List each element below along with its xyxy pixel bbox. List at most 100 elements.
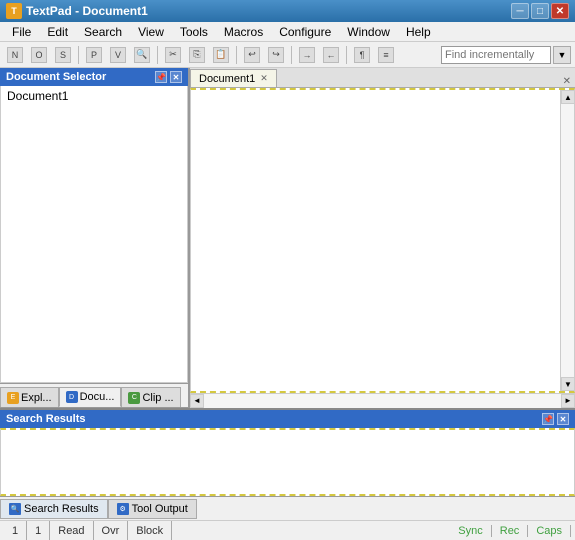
menu-help[interactable]: Help (398, 23, 439, 41)
save-button[interactable]: S (52, 44, 74, 66)
print-preview-button[interactable]: V (107, 44, 129, 66)
maximize-button[interactable]: □ (531, 3, 549, 19)
copy-button[interactable]: ⎘ (186, 44, 208, 66)
left-panel-tabs: E Expl... D Docu... C Clip ... (0, 383, 188, 407)
format-button[interactable]: ≡ (375, 44, 397, 66)
explorer-icon: E (7, 392, 19, 404)
find-button[interactable]: 🔍 (131, 44, 153, 66)
document-list: Document1 (0, 86, 188, 383)
title-bar-left: T TextPad - Document1 (6, 3, 148, 19)
bottom-tabs: 🔍 Search Results ⚙ Tool Output (0, 496, 575, 520)
menu-macros[interactable]: Macros (216, 23, 271, 41)
find-incremental-box: ▼ (441, 46, 571, 64)
status-ovr: Ovr (94, 521, 129, 540)
search-panel-title-bar: Search Results 📌 ✕ (0, 410, 575, 428)
minimize-button[interactable]: ─ (511, 3, 529, 19)
editor-tab-label: Document1 (199, 73, 255, 85)
editor-tab-close[interactable]: ✕ (260, 73, 268, 84)
clipboard-tab-label: Clip ... (142, 392, 173, 404)
editor-panel-close[interactable]: ✕ (563, 76, 571, 87)
menu-tools[interactable]: Tools (172, 23, 216, 41)
app-icon: T (6, 3, 22, 19)
menu-file[interactable]: File (4, 23, 39, 41)
menu-configure[interactable]: Configure (271, 23, 339, 41)
paste-button[interactable]: 📋 (210, 44, 232, 66)
toolbar-separator-5 (346, 46, 347, 64)
toolbar-separator-4 (291, 46, 292, 64)
menu-search[interactable]: Search (76, 23, 130, 41)
editor-panel: Document1 ✕ ✕ ▲ ▼ ◄ ► (190, 68, 575, 407)
tool-output-tab[interactable]: ⚙ Tool Output (108, 499, 197, 519)
document-selector-panel: Document Selector 📌 ✕ Document1 E Expl..… (0, 68, 190, 407)
panel-title-controls[interactable]: 📌 ✕ (155, 71, 182, 83)
status-block: Block (128, 521, 172, 540)
window-controls[interactable]: ─ □ ✕ (511, 3, 569, 19)
editor-scrollbar-vertical[interactable]: ▲ ▼ (560, 90, 574, 391)
wordwrap-button[interactable]: ¶ (351, 44, 373, 66)
search-results-tab[interactable]: 🔍 Search Results (0, 499, 108, 519)
search-results-panel: Search Results 📌 ✕ (0, 408, 575, 496)
document-tab[interactable]: D Docu... (59, 387, 122, 407)
toolbar-separator-3 (236, 46, 237, 64)
cut-button[interactable]: ✂ (162, 44, 184, 66)
status-right: Sync Rec Caps (450, 525, 571, 537)
menu-window[interactable]: Window (339, 23, 398, 41)
scroll-right-arrow[interactable]: ► (561, 394, 575, 408)
search-panel-title-label: Search Results (6, 413, 85, 425)
search-results-area (0, 428, 575, 496)
find-incremental-dropdown[interactable]: ▼ (553, 46, 571, 64)
search-panel-pin[interactable]: 📌 (542, 413, 554, 425)
window-title: TextPad - Document1 (26, 4, 148, 18)
search-panel-controls[interactable]: 📌 ✕ (542, 413, 569, 425)
status-col: 1 (4, 521, 27, 540)
scroll-track-vertical[interactable] (561, 104, 574, 377)
search-panel-close[interactable]: ✕ (557, 413, 569, 425)
clipboard-icon: C (128, 392, 140, 404)
toolbar: N O S P V 🔍 ✂ ⎘ 📋 ↩ ↪ → ← ¶ ≡ ▼ (0, 42, 575, 68)
status-sync: Sync (450, 525, 491, 537)
scroll-track-horizontal[interactable] (204, 394, 561, 408)
editor-tab-document1[interactable]: Document1 ✕ (190, 69, 277, 87)
redo-button[interactable]: ↪ (265, 44, 287, 66)
editor-scrollbar-horizontal[interactable]: ◄ ► (190, 393, 575, 407)
menu-edit[interactable]: Edit (39, 23, 76, 41)
document-tab-icon: D (66, 391, 78, 403)
tool-output-tab-icon: ⚙ (117, 503, 129, 515)
document-selector-title-bar: Document Selector 📌 ✕ (0, 68, 188, 86)
toolbar-separator-2 (157, 46, 158, 64)
panel-pin-button[interactable]: 📌 (155, 71, 167, 83)
document-list-item[interactable]: Document1 (3, 88, 185, 104)
document-selector-title: Document Selector (6, 71, 106, 83)
title-bar: T TextPad - Document1 ─ □ ✕ (0, 0, 575, 22)
undo-button[interactable]: ↩ (241, 44, 263, 66)
toolbar-separator-1 (78, 46, 79, 64)
editor-close-panel: ✕ (563, 76, 575, 87)
close-button[interactable]: ✕ (551, 3, 569, 19)
outdent-button[interactable]: ← (320, 44, 342, 66)
menu-view[interactable]: View (130, 23, 172, 41)
find-incremental-input[interactable] (441, 46, 551, 64)
print-button[interactable]: P (83, 44, 105, 66)
scroll-up-arrow[interactable]: ▲ (561, 90, 575, 104)
menu-bar: File Edit Search View Tools Macros Confi… (0, 22, 575, 42)
search-results-tab-icon: 🔍 (9, 503, 21, 515)
search-results-tab-label: Search Results (24, 503, 99, 515)
status-rec: Rec (492, 525, 529, 537)
open-button[interactable]: O (28, 44, 50, 66)
editor-tabs: Document1 ✕ ✕ (190, 68, 575, 88)
status-caps: Caps (528, 525, 571, 537)
scroll-left-arrow[interactable]: ◄ (190, 394, 204, 408)
panel-close-button[interactable]: ✕ (170, 71, 182, 83)
clipboard-tab[interactable]: C Clip ... (121, 387, 180, 407)
new-button[interactable]: N (4, 44, 26, 66)
indent-button[interactable]: → (296, 44, 318, 66)
main-area: Document Selector 📌 ✕ Document1 E Expl..… (0, 68, 575, 408)
scroll-down-arrow[interactable]: ▼ (561, 377, 575, 391)
status-bar: 1 1 Read Ovr Block Sync Rec Caps (0, 520, 575, 540)
tool-output-tab-label: Tool Output (132, 503, 188, 515)
editor-area[interactable]: ▲ ▼ (190, 88, 575, 393)
explorer-tab[interactable]: E Expl... (0, 387, 59, 407)
document-tab-label: Docu... (80, 391, 115, 403)
explorer-tab-label: Expl... (21, 392, 52, 404)
status-mode: Read (50, 521, 93, 540)
